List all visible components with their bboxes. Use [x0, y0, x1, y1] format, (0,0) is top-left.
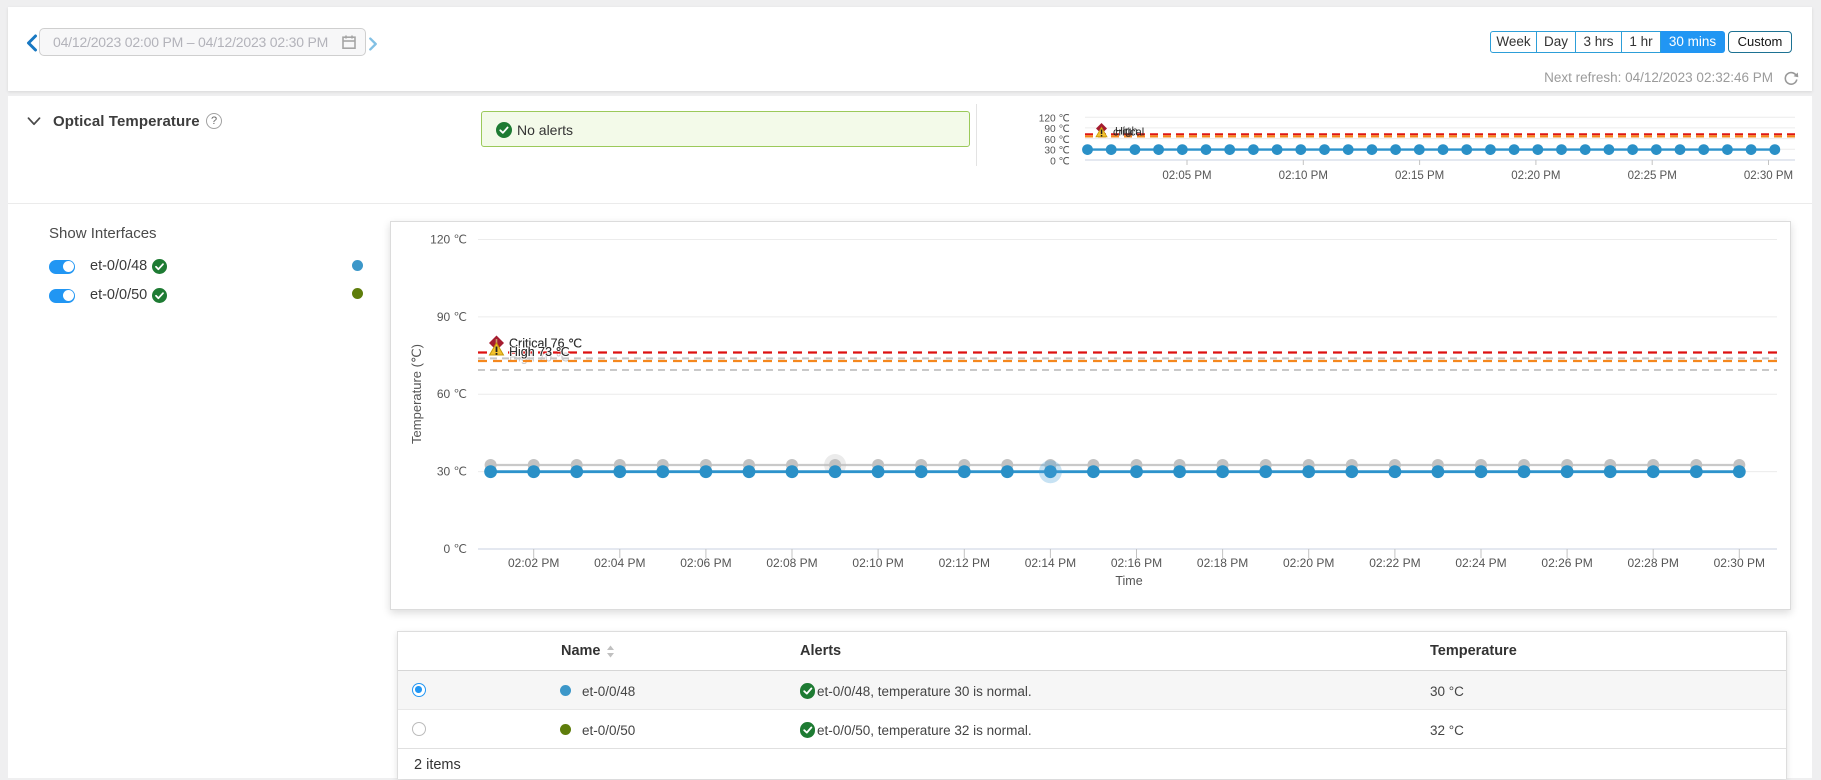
svg-text:02:30 PM: 02:30 PM [1744, 170, 1793, 182]
svg-text:critical: critical [1113, 127, 1144, 139]
svg-text:02:15 PM: 02:15 PM [1395, 170, 1444, 182]
svg-text:02:24 PM: 02:24 PM [1455, 556, 1506, 570]
svg-text:02:26 PM: 02:26 PM [1541, 556, 1592, 570]
svg-text:02:22 PM: 02:22 PM [1369, 556, 1420, 570]
svg-text:90 ℃: 90 ℃ [1044, 124, 1070, 135]
svg-text:02:28 PM: 02:28 PM [1628, 556, 1679, 570]
svg-text:0 ℃: 0 ℃ [444, 542, 467, 556]
svg-text:02:05 PM: 02:05 PM [1162, 170, 1211, 182]
svg-text:02:06 PM: 02:06 PM [680, 556, 731, 570]
svg-text:120 ℃: 120 ℃ [1039, 114, 1070, 125]
svg-text:02:25 PM: 02:25 PM [1628, 170, 1677, 182]
svg-text:02:04 PM: 02:04 PM [594, 556, 645, 570]
svg-text:02:08 PM: 02:08 PM [766, 556, 817, 570]
svg-text:02:18 PM: 02:18 PM [1197, 556, 1248, 570]
svg-text:02:12 PM: 02:12 PM [939, 556, 990, 570]
svg-text:02:16 PM: 02:16 PM [1111, 556, 1162, 570]
svg-text:02:20 PM: 02:20 PM [1283, 556, 1334, 570]
svg-text:30 ℃: 30 ℃ [437, 465, 467, 479]
svg-text:02:10 PM: 02:10 PM [852, 556, 903, 570]
svg-text:High 73 ℃: High 73 ℃ [509, 345, 570, 359]
svg-text:60 ℃: 60 ℃ [437, 387, 467, 401]
svg-text:Temperature (℃): Temperature (℃) [409, 344, 424, 444]
svg-text:30 ℃: 30 ℃ [1044, 146, 1070, 157]
svg-text:0 ℃: 0 ℃ [1050, 156, 1070, 167]
svg-text:02:10 PM: 02:10 PM [1279, 170, 1328, 182]
svg-text:02:02 PM: 02:02 PM [508, 556, 559, 570]
svg-text:02:20 PM: 02:20 PM [1511, 170, 1560, 182]
svg-text:02:30 PM: 02:30 PM [1714, 556, 1765, 570]
svg-text:02:14 PM: 02:14 PM [1025, 556, 1076, 570]
svg-text:60 ℃: 60 ℃ [1044, 135, 1070, 146]
svg-text:Time: Time [1115, 574, 1142, 588]
svg-text:120 ℃: 120 ℃ [430, 233, 467, 247]
svg-text:90 ℃: 90 ℃ [437, 310, 467, 324]
